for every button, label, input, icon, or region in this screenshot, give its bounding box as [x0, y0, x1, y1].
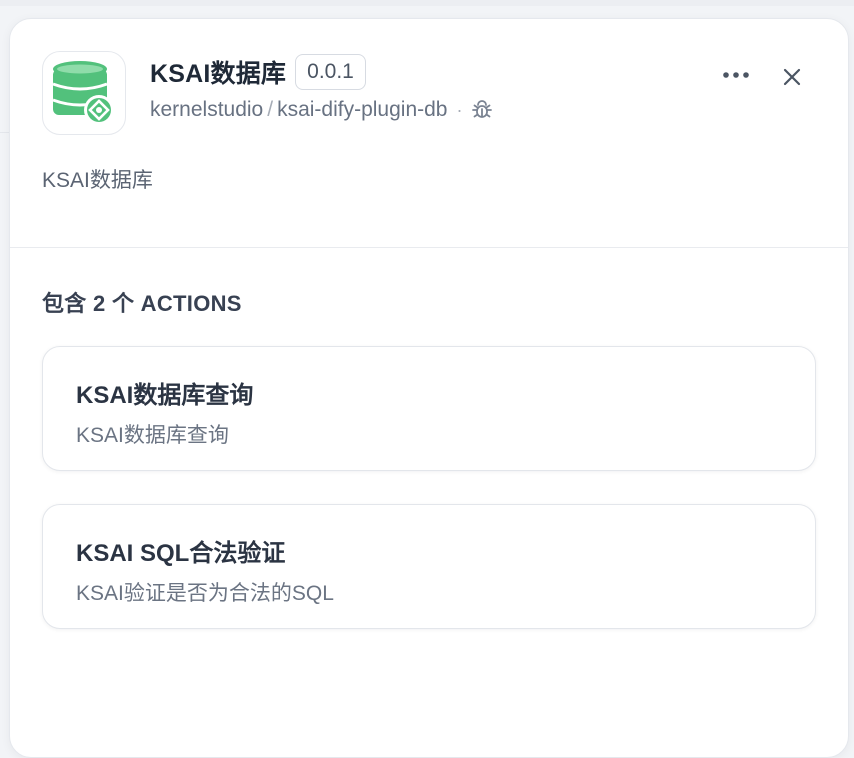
- action-description: KSAI数据库查询: [76, 424, 229, 447]
- plugin-icon: [42, 51, 126, 135]
- plugin-detail-panel: KSAI数据库 0.0.1 kernelstudio / ksai-dify-p…: [9, 18, 849, 758]
- action-card-ksai-sql-validate[interactable]: KSAI SQL合法验证 KSAI验证是否为合法的SQL: [42, 504, 816, 629]
- action-title: KSAI数据库查询: [76, 382, 254, 409]
- actions-section-title: 包含 2 个 ACTIONS: [42, 291, 242, 316]
- plugin-source-row: kernelstudio / ksai-dify-plugin-db ·: [150, 98, 494, 122]
- bug-icon: [470, 98, 494, 122]
- action-title: KSAI SQL合法验证: [76, 540, 286, 567]
- action-description: KSAI验证是否为合法的SQL: [76, 582, 334, 605]
- plugin-title-row: KSAI数据库 0.0.1: [150, 54, 366, 90]
- database-icon: [52, 61, 114, 125]
- backdrop-top-strip: [0, 0, 854, 6]
- path-separator: /: [267, 98, 274, 121]
- plugin-org[interactable]: kernelstudio: [150, 98, 263, 122]
- plugin-repo[interactable]: ksai-dify-plugin-db: [277, 98, 447, 122]
- plugin-header: KSAI数据库 0.0.1 kernelstudio / ksai-dify-p…: [10, 19, 848, 248]
- action-card-ksai-db-query[interactable]: KSAI数据库查询 KSAI数据库查询: [42, 346, 816, 471]
- close-button[interactable]: [778, 63, 806, 91]
- dot-separator: ·: [456, 99, 463, 120]
- close-icon: [783, 68, 801, 86]
- plugin-description: KSAI数据库: [42, 169, 153, 192]
- more-options-button[interactable]: [720, 63, 752, 87]
- more-horizontal-icon: [723, 72, 749, 78]
- version-badge: 0.0.1: [295, 54, 366, 90]
- plugin-title: KSAI数据库: [150, 60, 287, 88]
